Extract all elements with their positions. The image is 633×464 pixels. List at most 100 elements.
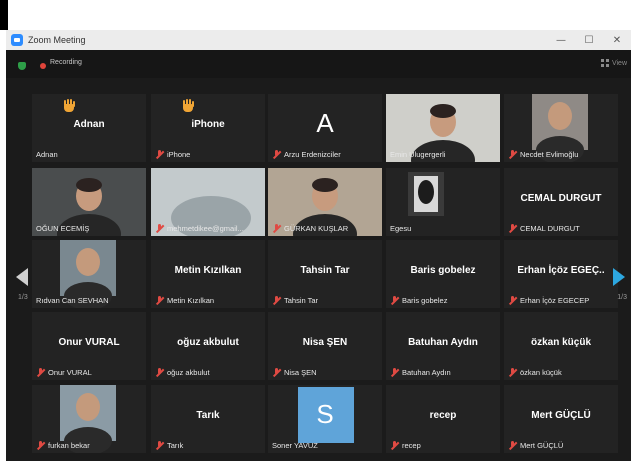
maximize-button[interactable]: ☐ [575,30,603,50]
participant-name-label: Batuhan Aydın [390,368,451,377]
participant-tile[interactable]: Metin Kızılkan Metin Kızılkan [151,240,265,308]
participant-label-text: recep [402,441,421,450]
participant-tile[interactable]: Tarık Tarık [151,385,265,453]
raised-hand-icon [62,99,76,113]
participant-initial: A [316,108,334,138]
muted-mic-icon [508,150,517,159]
muted-mic-icon [272,368,281,377]
participant-name-label: CEMAL DURGUT [508,224,580,233]
close-button[interactable]: ✕ [603,30,631,50]
window-controls: — ☐ ✕ [547,30,631,50]
participant-tile[interactable]: Erhan İçöz EGEÇ.. Erhan İçöz EGECEP [504,240,618,308]
participant-name-label: Emin Ulugergerli [390,150,445,159]
participant-label-text: Metin Kızılkan [167,296,215,305]
participant-tile[interactable]: Nisa ŞEN Nisa ŞEN [268,312,382,380]
participant-label-text: özkan küçük [520,368,562,377]
participant-tile[interactable]: A Arzu Erdenizciler [268,94,382,162]
participant-tile[interactable]: S Soner YAVUZ [268,385,382,453]
participant-tile[interactable]: mehmetdikee@gmail... [151,168,265,236]
grid-view-icon [600,59,609,67]
view-toggle[interactable]: View [600,59,627,67]
participant-name-label: Baris gobelez [390,296,447,305]
recording-dot-icon [40,63,46,69]
participant-name-label: furkan bekar [36,441,90,450]
participant-display-name: Mert GÜÇLÜ [531,410,591,421]
shield-icon[interactable] [18,62,26,70]
participant-tile[interactable]: oğuz akbulut oğuz akbulut [151,312,265,380]
muted-mic-icon [508,296,517,305]
participant-label-text: Emin Ulugergerli [390,150,446,159]
participant-display-name: Nisa ŞEN [302,337,348,348]
participant-tile[interactable]: Emin Ulugergerli [386,94,500,162]
muted-mic-icon [155,296,164,305]
recording-label[interactable]: Recording [50,59,82,66]
participant-label-text: GÜRKAN KUŞLAR [284,224,349,233]
participant-display-name: oğuz akbulut [177,337,239,348]
muted-mic-icon [272,150,281,159]
muted-mic-icon [508,368,517,377]
minimize-button[interactable]: — [547,30,575,50]
participant-display-name: recep [429,410,457,421]
participant-label-text: Erhan İçöz EGECEP [520,296,590,305]
participant-name-label: Nisa ŞEN [272,368,317,377]
participant-label-text: Rıdvan Can SEVHAN [36,296,109,305]
muted-mic-icon [272,296,281,305]
muted-mic-icon [36,368,45,377]
muted-mic-icon [155,224,164,233]
participant-label-text: Arzu Erdenizciler [284,150,341,159]
zoom-logo-icon [11,34,23,46]
participant-tile[interactable]: OĞUN ECEMİŞ [32,168,146,236]
participant-display-name: Erhan İçöz EGEÇ.. [517,265,605,276]
participant-tile[interactable]: özkan küçük özkan küçük [504,312,618,380]
participant-tile[interactable]: Mert GÜÇLÜ Mert GÜÇLÜ [504,385,618,453]
participant-display-name: Batuhan Aydın [408,337,478,348]
participant-label-text: Soner YAVUZ [272,441,318,450]
corner-mark [0,0,8,30]
participant-name-label: Necdet Evlimoğlu [508,150,578,159]
participant-name-label: özkan küçük [508,368,562,377]
participant-tile[interactable]: CEMAL DURGUT CEMAL DURGUT [504,168,618,236]
next-page-arrow-icon[interactable] [613,268,625,286]
page-indicator-right: 1/3 [617,294,627,301]
participant-display-name: CEMAL DURGUT [520,193,602,204]
muted-mic-icon [272,224,281,233]
participant-name-label: Mert GÜÇLÜ [508,441,563,450]
participant-display-name: Metin Kızılkan [174,265,242,276]
participant-name-label: Tarık [155,441,183,450]
participant-label-text: furkan bekar [48,441,90,450]
participant-name-label: Arzu Erdenizciler [272,150,341,159]
previous-page-arrow-icon[interactable] [16,268,28,286]
participant-label-text: OĞUN ECEMİŞ [36,224,90,233]
muted-mic-icon [508,224,517,233]
participant-name-label: Tahsin Tar [272,296,318,305]
participant-name-label: Metin Kızılkan [155,296,214,305]
participant-tile[interactable]: iPhone iPhone [151,94,265,162]
participant-label-text: oğuz akbulut [167,368,210,377]
participant-display-name: Tahsin Tar [300,265,350,276]
participant-tile[interactable]: furkan bekar [32,385,146,453]
participant-tile[interactable]: Egesu [386,168,500,236]
participant-label-text: Adnan [36,150,58,159]
participant-display-name: iPhone [191,119,225,130]
view-label: View [611,59,627,67]
participant-display-name: Baris gobelez [410,265,476,276]
participant-name-label: Erhan İçöz EGECEP [508,296,589,305]
participant-name-label: mehmetdikee@gmail... [155,224,244,233]
participant-label-text: Mert GÜÇLÜ [520,441,564,450]
participant-tile[interactable]: recep recep [386,385,500,453]
participant-tile[interactable]: Rıdvan Can SEVHAN [32,240,146,308]
participant-tile[interactable]: Baris gobelez Baris gobelez [386,240,500,308]
participant-label-text: Necdet Evlimoğlu [520,150,579,159]
participant-label-text: Tahsin Tar [284,296,319,305]
participant-tile[interactable]: Tahsin Tar Tahsin Tar [268,240,382,308]
muted-mic-icon [155,150,164,159]
participant-name-label: Onur VURAL [36,368,92,377]
participant-tile[interactable]: Batuhan Aydın Batuhan Aydın [386,312,500,380]
participant-tile[interactable]: GÜRKAN KUŞLAR [268,168,382,236]
window-title: Zoom Meeting [28,35,86,45]
muted-mic-icon [155,368,164,377]
participant-tile[interactable]: Necdet Evlimoğlu [504,94,618,162]
participant-tile[interactable]: Adnan Adnan [32,94,146,162]
participant-tile[interactable]: Onur VURAL Onur VURAL [32,312,146,380]
participant-name-label: Rıdvan Can SEVHAN [36,296,109,305]
